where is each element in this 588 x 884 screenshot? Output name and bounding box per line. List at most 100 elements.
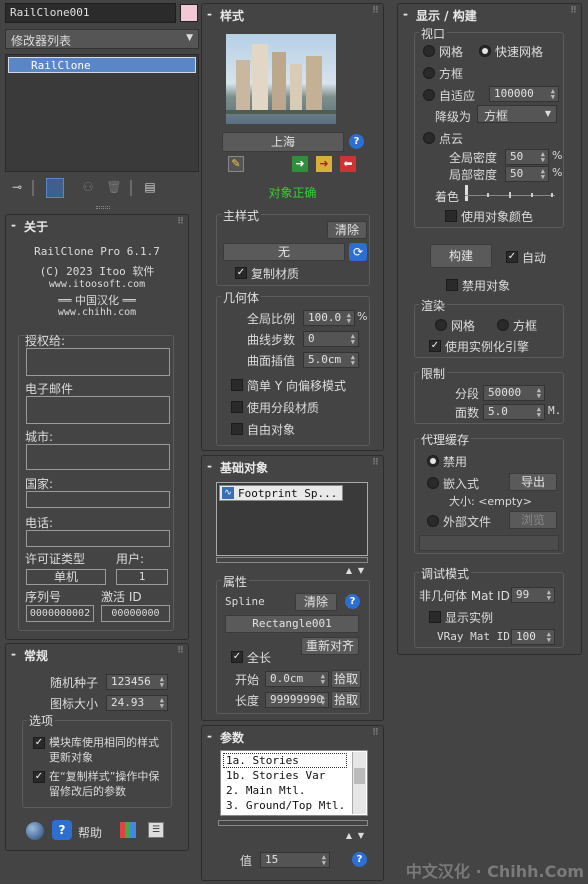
mesh-radio[interactable] — [423, 45, 435, 57]
realign-button[interactable]: 重新对齐 — [301, 637, 359, 655]
external-file-path[interactable] — [419, 535, 559, 551]
move-down-icon[interactable]: ▼ — [356, 831, 366, 840]
coloring-slider[interactable] — [465, 185, 555, 201]
seed-spinner[interactable]: 123456 ▲ ▼ — [106, 674, 168, 690]
about-header[interactable]: - 关于 ⠿ — [6, 215, 188, 237]
drag-handle-icon[interactable]: ⠿ — [177, 646, 184, 656]
list-item[interactable]: 1a. Stories — [223, 753, 347, 768]
copy-material-checkbox[interactable]: ✓ — [235, 267, 247, 279]
spinner-arrows-icon[interactable]: ▲ ▼ — [322, 854, 326, 867]
simple-y-checkbox[interactable] — [231, 379, 243, 391]
load-style-icon[interactable]: ➜ — [292, 156, 308, 172]
use-obj-color-checkbox[interactable] — [445, 210, 457, 222]
proxy-disable-radio[interactable] — [427, 455, 439, 467]
seg-material-checkbox[interactable] — [231, 401, 243, 413]
edit-style-icon[interactable]: ✎ — [228, 156, 244, 172]
show-end-result-icon[interactable] — [46, 178, 64, 198]
disable-object-checkbox[interactable] — [446, 279, 458, 291]
segments-spinner[interactable]: 50000 ▲ ▼ — [483, 385, 545, 401]
drag-handle-icon[interactable]: ⠿ — [372, 728, 379, 738]
fast-mesh-radio[interactable] — [479, 45, 491, 57]
move-up-icon[interactable]: ▲ — [344, 566, 354, 575]
configure-sets-icon[interactable]: ▤ — [142, 180, 158, 194]
stack-item-railclone[interactable]: RailClone — [8, 57, 196, 73]
list-scrollbar[interactable] — [216, 557, 368, 563]
drag-handle-icon[interactable]: ⠿ — [372, 458, 379, 468]
spinner-arrows-icon[interactable]: ▲ ▼ — [321, 694, 325, 707]
style-thumbnail[interactable] — [226, 34, 336, 124]
list-item[interactable]: ∿ Footprint Sp... — [219, 485, 343, 501]
adaptive-radio[interactable] — [423, 89, 435, 101]
icon-size-spinner[interactable]: 24.93 ▲ ▼ — [106, 695, 168, 711]
list-item[interactable]: 3. Ground/Top Mtl. — [223, 799, 347, 814]
spinner-arrows-icon[interactable]: ▲ ▼ — [541, 151, 545, 164]
free-object-checkbox[interactable] — [231, 423, 243, 435]
base-object-list[interactable]: ∿ Footprint Sp... — [216, 482, 368, 556]
drag-handle-icon[interactable]: ⠿ — [177, 217, 184, 227]
drag-handle-icon[interactable]: ⠿ — [570, 6, 577, 16]
global-density-spinner[interactable]: 50 ▲ ▼ — [505, 149, 549, 165]
spinner-arrows-icon[interactable]: ▲ ▼ — [347, 312, 351, 325]
opt2-checkbox[interactable]: ✓ — [33, 771, 45, 783]
spinner-arrows-icon[interactable]: ▲ ▼ — [351, 333, 355, 346]
start-spinner[interactable]: 0.0cm ▲ ▼ — [265, 671, 329, 687]
pick-length-button[interactable]: 拾取 — [331, 691, 361, 709]
make-unique-icon[interactable]: ⚇ — [80, 180, 96, 194]
display-header[interactable]: - 显示 / 构建 ⠿ — [398, 4, 581, 26]
spinner-arrows-icon[interactable]: ▲ ▼ — [537, 387, 541, 400]
params-hscroll[interactable] — [218, 820, 368, 826]
params-list[interactable]: 1a. Stories 1b. Stories Var 2. Main Mtl.… — [220, 750, 368, 816]
box-radio[interactable] — [423, 67, 435, 79]
help-icon[interactable]: ? — [352, 852, 367, 867]
style-header[interactable]: - 样式 ⠿ — [202, 4, 383, 26]
import-style-icon[interactable]: ➜ — [316, 156, 332, 172]
list-icon[interactable]: ☰ — [148, 822, 164, 838]
style-name-button[interactable]: 上海 — [222, 132, 344, 152]
refresh-icon[interactable]: ⟳ — [349, 243, 367, 261]
spinner-arrows-icon[interactable]: ▲ ▼ — [321, 673, 325, 686]
object-color-swatch[interactable] — [180, 4, 198, 22]
base-header[interactable]: - 基础对象 ⠿ — [202, 456, 383, 478]
pin-stack-icon[interactable]: ⊸ — [10, 180, 24, 194]
master-none-button[interactable]: 无 — [223, 243, 345, 261]
value-spinner[interactable]: 15 ▲ ▼ — [260, 852, 330, 868]
list-item[interactable]: 1b. Stories Var — [223, 769, 347, 784]
auto-checkbox[interactable]: ✓ — [506, 251, 518, 263]
proxy-external-radio[interactable] — [427, 515, 439, 527]
splitter-handle[interactable] — [96, 206, 110, 209]
spinner-arrows-icon[interactable]: ▲ ▼ — [351, 354, 355, 367]
object-name-field[interactable]: RailClone001 — [5, 3, 176, 23]
chart-icon[interactable] — [120, 822, 136, 838]
list-scrollbar[interactable] — [352, 752, 366, 814]
browse-button[interactable]: 浏览 — [509, 511, 557, 529]
spinner-arrows-icon[interactable]: ▲ ▼ — [541, 168, 545, 181]
drag-handle-icon[interactable]: ⠿ — [372, 6, 379, 16]
help-icon[interactable]: ? — [52, 820, 72, 840]
help-label[interactable]: 帮助 — [78, 824, 102, 841]
pointcloud-radio[interactable] — [423, 132, 435, 144]
help-icon[interactable]: ? — [345, 594, 360, 609]
render-box-radio[interactable] — [497, 319, 509, 331]
master-clear-button[interactable]: 清除 — [327, 221, 367, 239]
pick-start-button[interactable]: 拾取 — [331, 670, 361, 688]
move-up-icon[interactable]: ▲ — [344, 831, 354, 840]
opt1-checkbox[interactable]: ✓ — [33, 737, 45, 749]
export-button[interactable]: 导出 — [509, 473, 557, 491]
spinner-arrows-icon[interactable]: ▲ ▼ — [547, 589, 551, 602]
show-instances-checkbox[interactable] — [429, 611, 441, 623]
spinner-arrows-icon[interactable]: ▲ ▼ — [551, 88, 555, 101]
spinner-arrows-icon[interactable]: ▲ ▼ — [160, 676, 164, 689]
nonmesh-spinner[interactable]: 99 ▲ ▼ — [511, 587, 555, 603]
degrade-dropdown[interactable]: 方框 ▼ — [477, 105, 557, 123]
modifier-stack[interactable]: RailClone — [5, 54, 199, 172]
spinner-arrows-icon[interactable]: ▲ ▼ — [160, 697, 164, 710]
faces-spinner[interactable]: 5.0 ▲ ▼ — [483, 404, 545, 420]
render-mesh-radio[interactable] — [435, 319, 447, 331]
build-button[interactable]: 构建 — [430, 244, 492, 268]
general-header[interactable]: - 常规 ⠿ — [6, 644, 188, 666]
adaptive-spinner[interactable]: 100000 ▲ ▼ — [489, 86, 559, 102]
local-density-spinner[interactable]: 50 ▲ ▼ — [505, 166, 549, 182]
length-spinner[interactable]: 99999990 ▲ ▼ — [265, 692, 329, 708]
move-down-icon[interactable]: ▼ — [356, 566, 366, 575]
curve-interp-spinner[interactable]: 5.0cm ▲ ▼ — [303, 352, 359, 368]
